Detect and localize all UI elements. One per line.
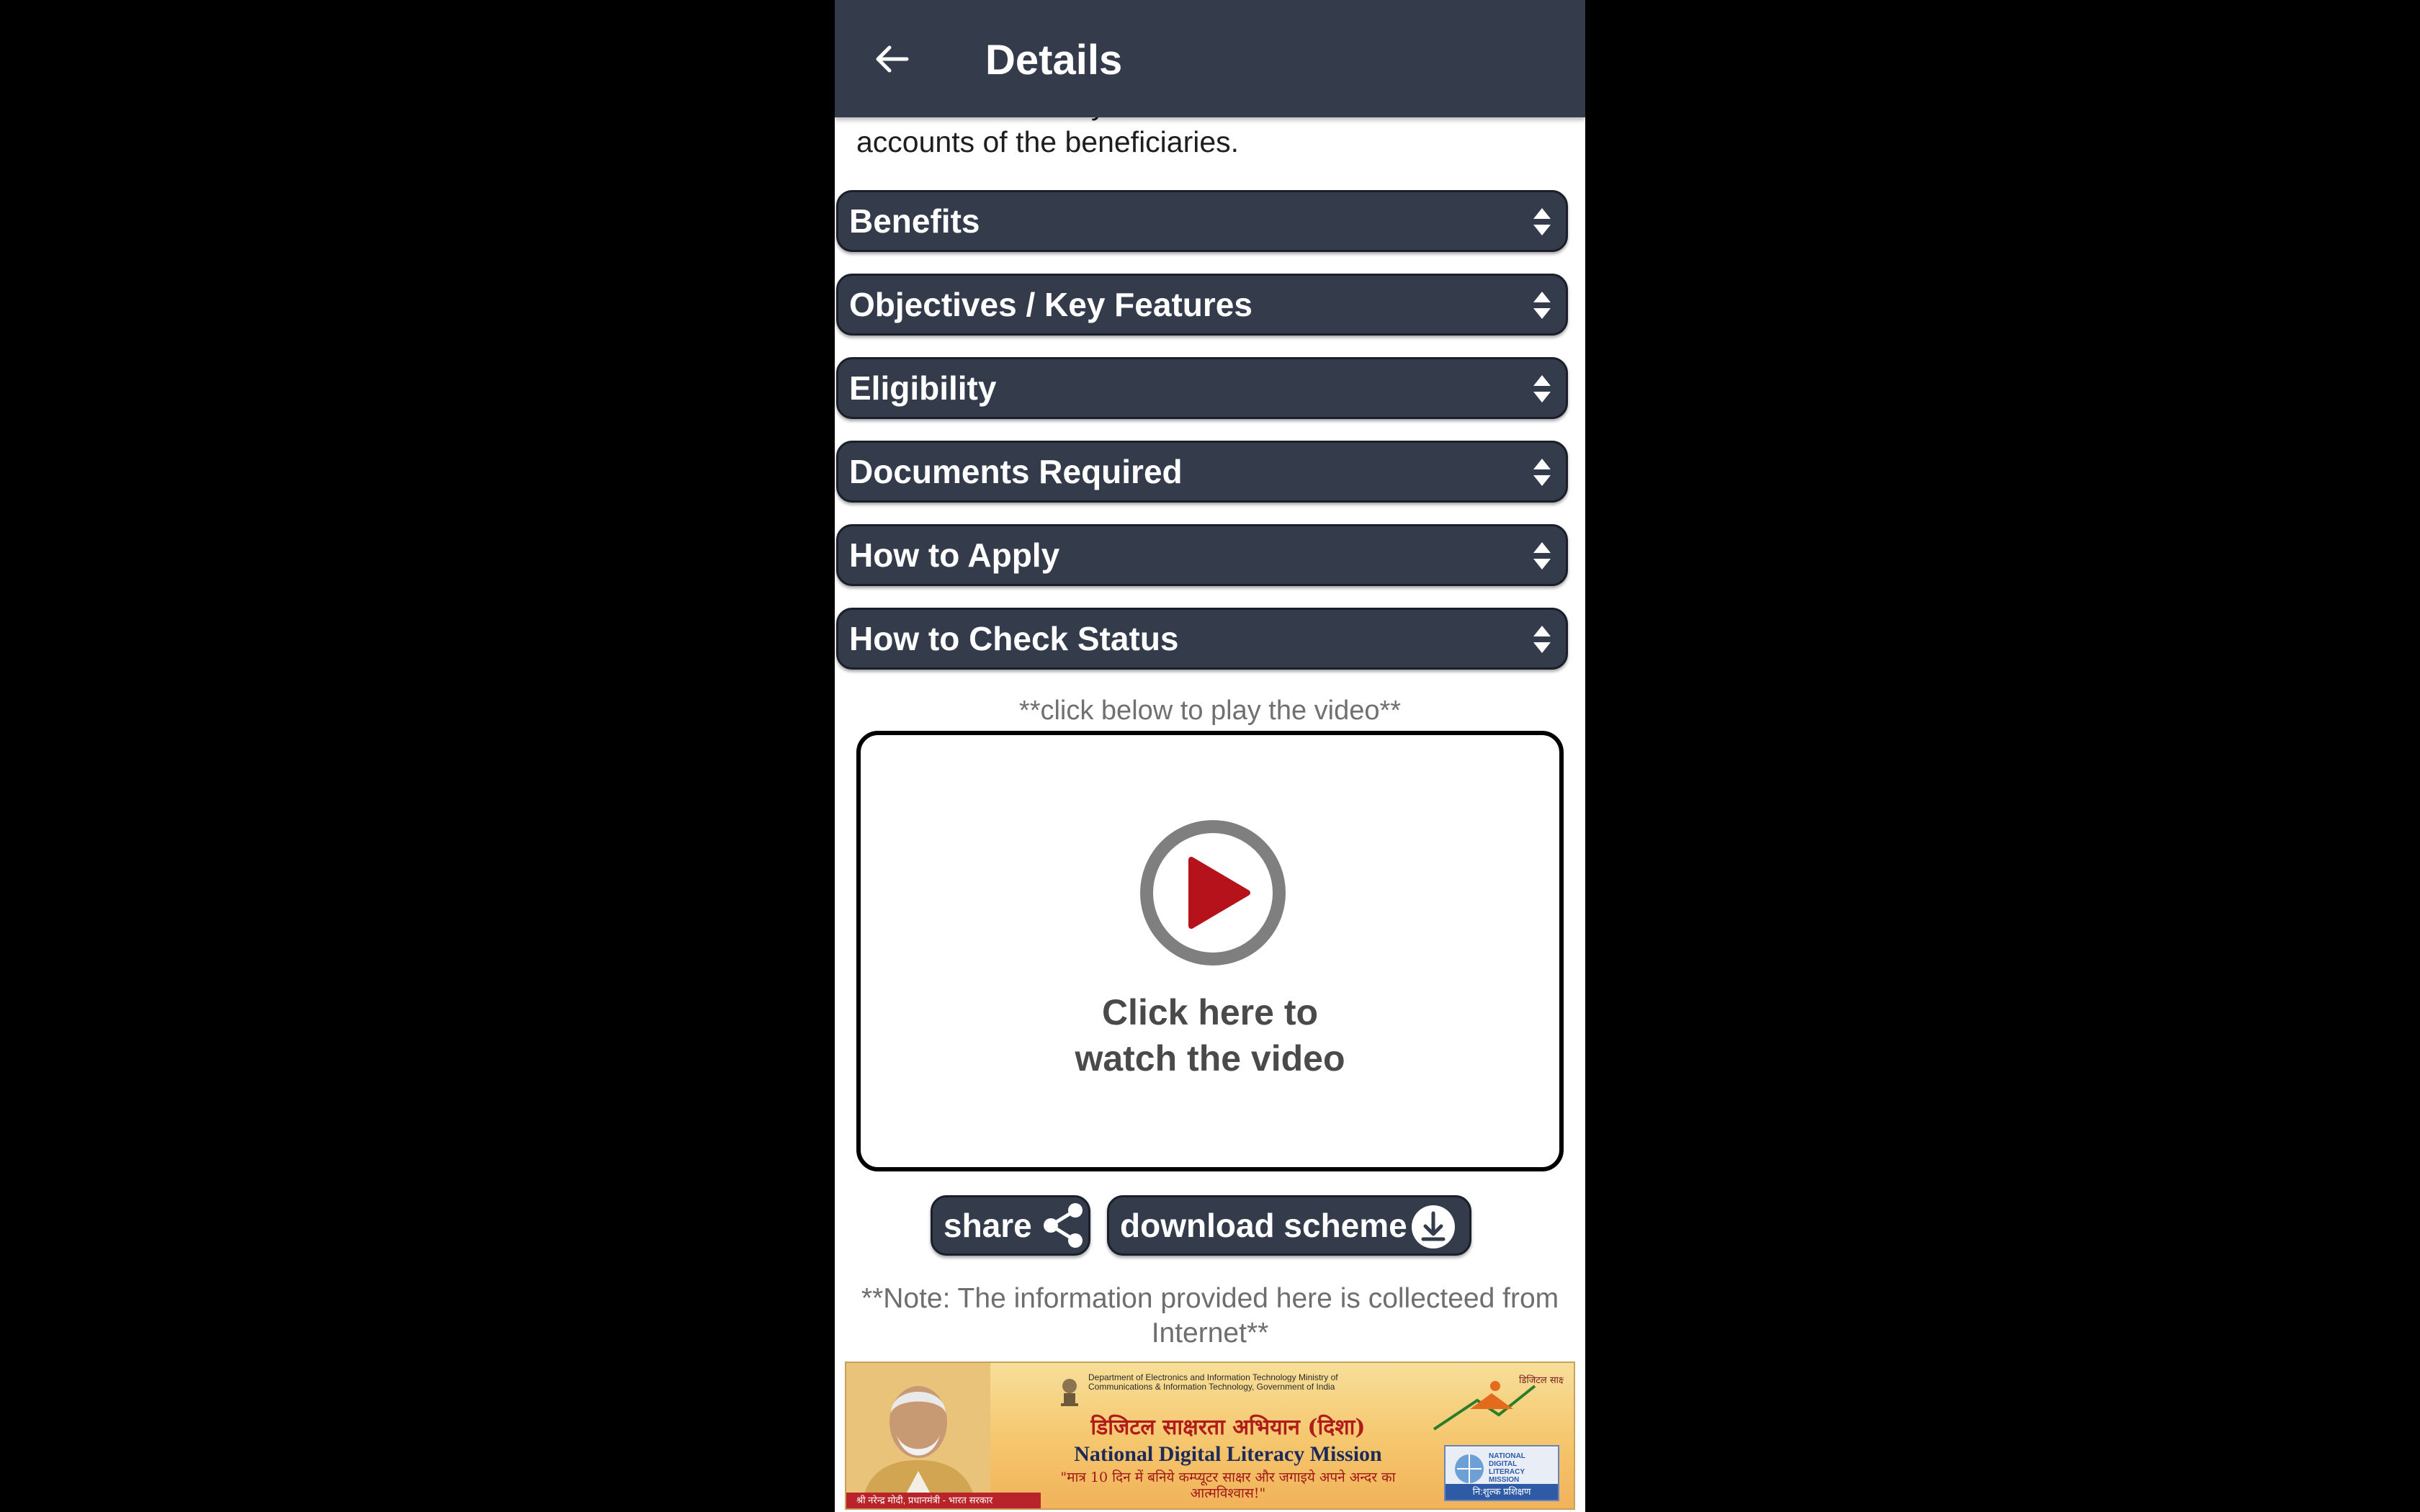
- video-thumbnail[interactable]: Click here to watch the video: [856, 731, 1564, 1171]
- banner-english-title: National Digital Literacy Mission: [1074, 1442, 1382, 1466]
- section-label: Benefits: [849, 202, 980, 240]
- scroll-content[interactable]: amount will directly be transferred to t…: [835, 88, 1585, 1512]
- app-bar: Details: [835, 0, 1585, 117]
- sort-arrows-icon: [1533, 542, 1551, 570]
- back-button[interactable]: [866, 36, 917, 82]
- download-icon: [1412, 1205, 1455, 1248]
- sort-arrows-icon: [1533, 626, 1551, 653]
- banner-hindi-title: डिजिटल साक्षरता अभियान (दिशा): [1090, 1415, 1366, 1440]
- phone-screen: Details amount will directly be transfer…: [835, 0, 1585, 1512]
- disha-logo: डिजिटल साक्षरता अभियान: [1433, 1374, 1564, 1431]
- section-label: Documents Required: [849, 453, 1183, 490]
- page-title: Details: [985, 37, 1123, 84]
- section-label: Objectives / Key Features: [849, 286, 1252, 323]
- sort-arrows-icon: [1533, 292, 1551, 319]
- ndlm-badge: NATIONAL DIGITAL LITERACY MISSION नि:शुल…: [1444, 1445, 1559, 1501]
- globe-icon: [1455, 1454, 1484, 1483]
- banner-tagline: "मात्र 10 दिन में बनिये कम्प्यूटर साक्षर…: [1060, 1470, 1396, 1501]
- ad-banner[interactable]: Department of Electronics and Informatio…: [845, 1362, 1575, 1510]
- section-eligibility[interactable]: Eligibility: [836, 357, 1568, 419]
- badge-text: नि:शुल्क प्रशिक्षण: [1446, 1484, 1558, 1500]
- section-label: How to Check Status: [849, 620, 1179, 657]
- sort-arrows-icon: [1533, 459, 1551, 486]
- section-check-status[interactable]: How to Check Status: [836, 608, 1568, 670]
- banner-footer: श्री नरेन्द्र मोदी, प्रधानमंत्री - भारत …: [846, 1493, 1041, 1508]
- sort-arrows-icon: [1533, 208, 1551, 235]
- banner-department: Department of Electronics and Informatio…: [1088, 1372, 1338, 1392]
- section-benefits[interactable]: Benefits: [836, 190, 1568, 252]
- share-icon: [1044, 1203, 1083, 1248]
- logo-text: डिजिटल साक्षरता अभियान: [1519, 1374, 1564, 1386]
- section-label: How to Apply: [849, 536, 1060, 574]
- section-documents[interactable]: Documents Required: [836, 441, 1568, 503]
- share-button[interactable]: share: [931, 1195, 1090, 1256]
- download-scheme-button[interactable]: download scheme: [1107, 1195, 1471, 1256]
- emblem-icon: [1061, 1379, 1078, 1406]
- download-label: download scheme: [1120, 1207, 1407, 1244]
- video-caption-line: Click here to: [1101, 992, 1319, 1032]
- video-caption-line: watch the video: [1075, 1038, 1345, 1079]
- play-icon: [1140, 820, 1286, 966]
- section-label: Eligibility: [849, 369, 997, 407]
- portrait-image: [846, 1363, 990, 1508]
- section-objectives[interactable]: Objectives / Key Features: [836, 274, 1568, 336]
- share-label: share: [944, 1207, 1032, 1244]
- video-caption: Click here to watch the video: [861, 989, 1559, 1081]
- badge-title: NATIONAL DIGITAL LITERACY MISSION: [1489, 1452, 1525, 1484]
- section-how-to-apply[interactable]: How to Apply: [836, 524, 1568, 586]
- disclaimer-note: **Note: The information provided here is…: [861, 1283, 1559, 1349]
- video-hint: **click below to play the video**: [1018, 696, 1402, 726]
- arrow-left-icon: [876, 45, 909, 73]
- sort-arrows-icon: [1533, 375, 1551, 402]
